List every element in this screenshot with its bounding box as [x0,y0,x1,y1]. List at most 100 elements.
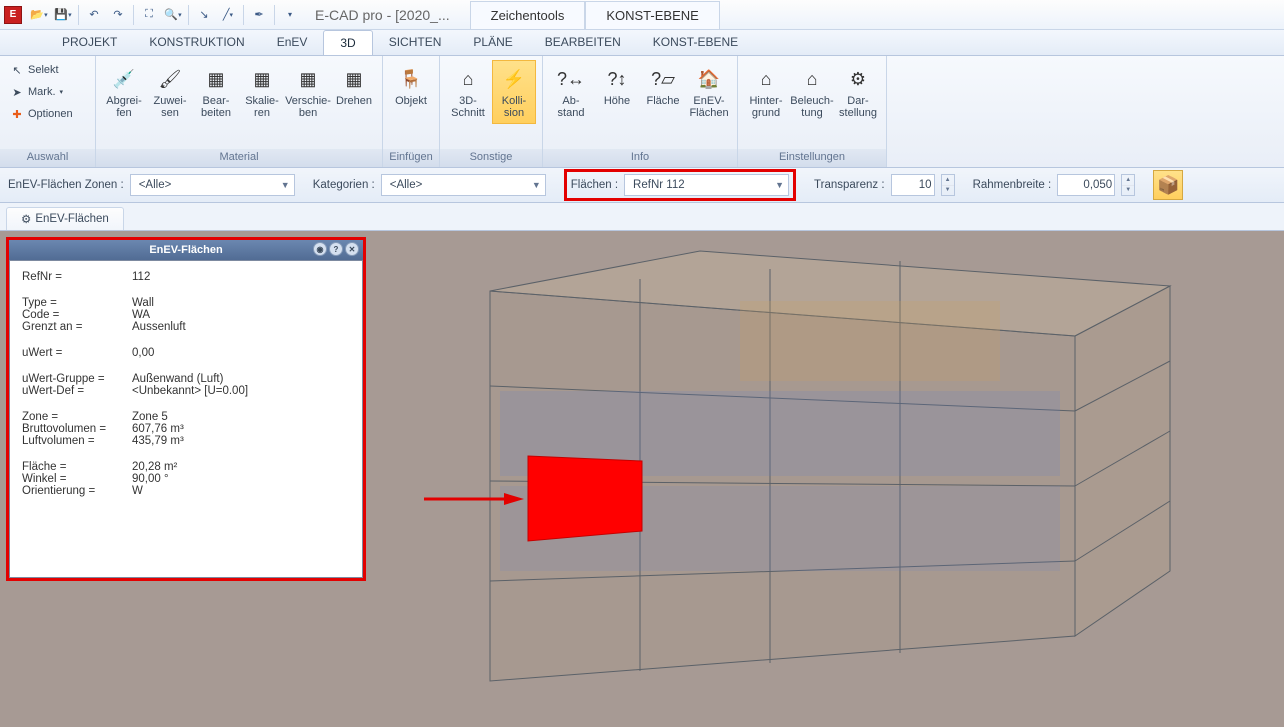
document-tab-enev[interactable]: ⚙ EnEV-Flächen [6,207,124,230]
property-value: 0,00 [132,347,350,359]
titlebar: E 📂▾ 💾▾ ↶ ↷ ⛶ 🔍▾ ↘ ╱▾ ✒ ▾ E-CAD pro - [2… [0,0,1284,30]
property-key: Orientierung = [22,485,132,497]
property-value: 20,28 m² [132,461,350,473]
tiles-move-icon: ▦ [294,65,322,93]
cursor-icon: ↖ [10,64,24,77]
menu-konstruktion[interactable]: KONSTRUKTION [133,30,260,55]
property-key: Bruttovolumen = [22,423,132,435]
tiles-rotate-icon: ▦ [340,65,368,93]
transparenz-spinner[interactable]: ▲▼ [941,174,955,196]
panel-header[interactable]: EnEV-Flächen ◉ ? ✕ [9,240,363,260]
drehen-button[interactable]: ▦Drehen [332,60,376,112]
save-button[interactable]: 💾▾ [52,4,74,26]
menu-plaene[interactable]: PLÄNE [457,30,528,55]
objekt-button[interactable]: 🪑Objekt [389,60,433,112]
menu-projekt[interactable]: PROJEKT [46,30,133,55]
panel-body: RefNr =112 Type =WallCode =WAGrenzt an =A… [9,260,363,578]
optionen-button[interactable]: ✚Optionen [6,104,77,124]
folder-icon: 📂 [30,8,44,21]
3d-cube-button[interactable]: 📦 [1153,170,1183,200]
house-icon: ⌂ [752,65,780,93]
zoom-button[interactable]: 🔍▾ [162,4,184,26]
fullscreen-button[interactable]: ⛶ [138,4,160,26]
bearbeiten-button[interactable]: ▦Bear-beiten [194,60,238,124]
property-value: 90,00 ° [132,473,350,485]
darstellung-button[interactable]: ⚙Dar-stellung [836,60,880,124]
mark-button[interactable]: ➤Mark.▾ [6,82,67,102]
open-button[interactable]: 📂▾ [28,4,50,26]
property-key: Zone = [22,411,132,423]
transparenz-input[interactable]: 10 [891,174,935,196]
pipette-button[interactable]: ✒ [248,4,270,26]
collision-icon: ⚡ [500,65,528,93]
zuweisen-button[interactable]: 🖌Zuwei-sen [148,60,192,124]
menu-sichten[interactable]: SICHTEN [373,30,458,55]
tiles-dashed-icon: ▦ [248,65,276,93]
transparenz-label: Transparenz : [814,179,885,191]
selekt-button[interactable]: ↖Selekt [6,60,63,80]
options-bar: EnEV-Flächen Zonen : <Alle>▼ Kategorien … [0,168,1284,203]
context-tab-konst-ebene[interactable]: KONST-EBENE [585,1,719,29]
document-tab-label: EnEV-Flächen [35,213,109,225]
redo-button[interactable]: ↷ [107,4,129,26]
kategorien-label: Kategorien : [313,179,375,191]
3d-viewport[interactable]: EnEV-Flächen ◉ ? ✕ RefNr =112 Type =WallC… [0,231,1284,727]
menu-konst-ebene[interactable]: KONST-EBENE [637,30,754,55]
property-row: uWert =0,00 [22,347,350,359]
property-row: Zone =Zone 5 [22,411,350,423]
chevron-down-icon: ▾ [288,10,292,19]
panel-help-icon[interactable]: ? [329,242,343,256]
ribbon-group-info: ?↔Ab-stand ?↕Höhe ?▱Fläche 🏠EnEV-Flächen… [543,56,738,167]
flaechen-dropdown[interactable]: RefNr 112▼ [624,174,789,196]
flaeche-button[interactable]: ?▱Fläche [641,60,685,112]
menu-enev[interactable]: EnEV [261,30,324,55]
group-title-sonstige: Sonstige [440,149,542,167]
rahmenbreite-input[interactable]: 0,050 [1057,174,1115,196]
chevron-down-icon: ▼ [1122,186,1134,196]
cube-icon: 📦 [1157,175,1179,196]
abgreifen-button[interactable]: 💉Abgrei-fen [102,60,146,124]
skalieren-button[interactable]: ▦Skalie-ren [240,60,284,124]
panel-title: EnEV-Flächen [149,244,222,256]
property-key: uWert-Gruppe = [22,373,132,385]
property-row: Code =WA [22,309,350,321]
rahmenbreite-spinner[interactable]: ▲▼ [1121,174,1135,196]
verschieben-button[interactable]: ▦Verschie-ben [286,60,330,124]
menu-bearbeiten[interactable]: BEARBEITEN [529,30,637,55]
quick-access-toolbar: 📂▾ 💾▾ ↶ ↷ ⛶ 🔍▾ ↘ ╱▾ ✒ ▾ [28,4,301,26]
context-tab-zeichentools[interactable]: Zeichentools [470,1,586,29]
property-row: RefNr =112 [22,271,350,283]
settings-icon: ⚙ [844,65,872,93]
beleuchtung-button[interactable]: ⌂Beleuch-tung [790,60,834,124]
undo-button[interactable]: ↶ [83,4,105,26]
app-icon[interactable]: E [4,6,22,24]
3dschnitt-button[interactable]: ⌂3D-Schnitt [446,60,490,124]
undo-icon: ↶ [89,8,98,21]
ribbon-group-einstellungen: ⌂Hinter-grund ⌂Beleuch-tung ⚙Dar-stellun… [738,56,887,167]
connector-button[interactable]: ↘ [193,4,215,26]
panel-close-icon[interactable]: ✕ [345,242,359,256]
line-button[interactable]: ╱▾ [217,4,239,26]
property-row: Type =Wall [22,297,350,309]
property-key: Winkel = [22,473,132,485]
panel-pin-icon[interactable]: ◉ [313,242,327,256]
ribbon: ↖Selekt ➤Mark.▾ ✚Optionen Auswahl 💉Abgre… [0,56,1284,168]
tiles-icon: ▦ [202,65,230,93]
enev-flaechen-button[interactable]: 🏠EnEV-Flächen [687,60,731,124]
group-title-einstellungen: Einstellungen [738,149,886,167]
property-row: uWert-Gruppe =Außenwand (Luft) [22,373,350,385]
zone-dropdown[interactable]: <Alle>▼ [130,174,295,196]
pipette-icon: ✒ [254,8,263,21]
hoehe-button[interactable]: ?↕Höhe [595,60,639,112]
kategorien-dropdown[interactable]: <Alle>▼ [381,174,546,196]
abstand-button[interactable]: ?↔Ab-stand [549,60,593,124]
qat-customize[interactable]: ▾ [279,4,301,26]
hintergrund-button[interactable]: ⌂Hinter-grund [744,60,788,124]
flaechen-label: Flächen : [571,179,618,191]
menu-3d[interactable]: 3D [323,30,372,55]
property-row: Orientierung =W [22,485,350,497]
property-value: Zone 5 [132,411,350,423]
property-row: Grenzt an =Aussenluft [22,321,350,333]
kollision-button[interactable]: ⚡Kolli-sion [492,60,536,124]
property-value: 607,76 m³ [132,423,350,435]
